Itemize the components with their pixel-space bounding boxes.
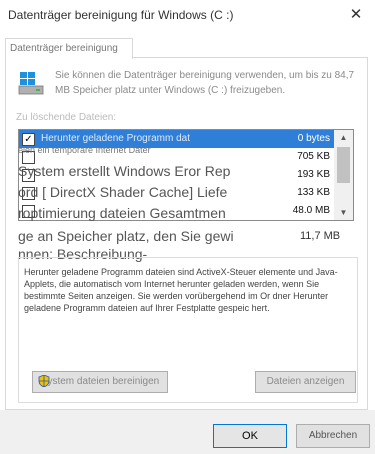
system-files-cleanup-button[interactable]: System dateien bereinigen bbox=[32, 371, 168, 393]
scroll-down-icon[interactable]: ▼ bbox=[334, 205, 353, 220]
scroll-up-icon[interactable]: ▲ bbox=[334, 130, 353, 145]
overlay-text-line: System erstellt Windows Eror Rep bbox=[18, 163, 231, 179]
title-bar: Datenträger bereinigung für Windows (C :… bbox=[0, 0, 375, 30]
overlay-text-line: roptimierung dateien Gesamtmen bbox=[18, 205, 226, 221]
list-item-size: 705 KB bbox=[297, 151, 330, 162]
list-item-size: 193 KB bbox=[297, 169, 330, 180]
tab-label: Datenträger bereinigung bbox=[10, 43, 118, 54]
window-title: Datenträger bereinigung für Windows (C :… bbox=[8, 8, 234, 22]
files-to-delete-label: Zu löschende Dateien: bbox=[16, 112, 117, 123]
scrollbar[interactable]: ▲ ▼ bbox=[334, 130, 353, 220]
view-files-button[interactable]: Dateien anzeigen bbox=[255, 371, 356, 393]
overlay-text-line: ord [ DirectX Shader Cache] Liefe bbox=[18, 184, 228, 200]
overlay-text-line: ge an Speicher platz, den Sie gewi bbox=[18, 228, 234, 244]
close-button[interactable]: ✕ bbox=[343, 2, 369, 28]
overlay-text-line: eien ein temporäre Internet Dater bbox=[18, 145, 151, 155]
scroll-thumb[interactable] bbox=[337, 147, 350, 183]
drive-icon bbox=[18, 72, 44, 95]
space-gain-value: 11,7 MB bbox=[300, 230, 341, 242]
ok-button[interactable]: OK bbox=[213, 424, 287, 448]
list-item-size: 133 KB bbox=[297, 187, 330, 198]
list-item-size: 0 bytes bbox=[297, 133, 330, 144]
tab-disk-cleanup[interactable]: Datenträger bereinigung bbox=[5, 38, 133, 59]
description-text: Herunter geladene Programm dateien sind … bbox=[24, 267, 338, 313]
shield-icon bbox=[38, 375, 50, 387]
list-item-size: 48.0 MB bbox=[292, 205, 330, 216]
cancel-button[interactable]: Abbrechen bbox=[296, 424, 370, 448]
info-text: Sie können die Datenträger bereinigung v… bbox=[55, 70, 355, 96]
